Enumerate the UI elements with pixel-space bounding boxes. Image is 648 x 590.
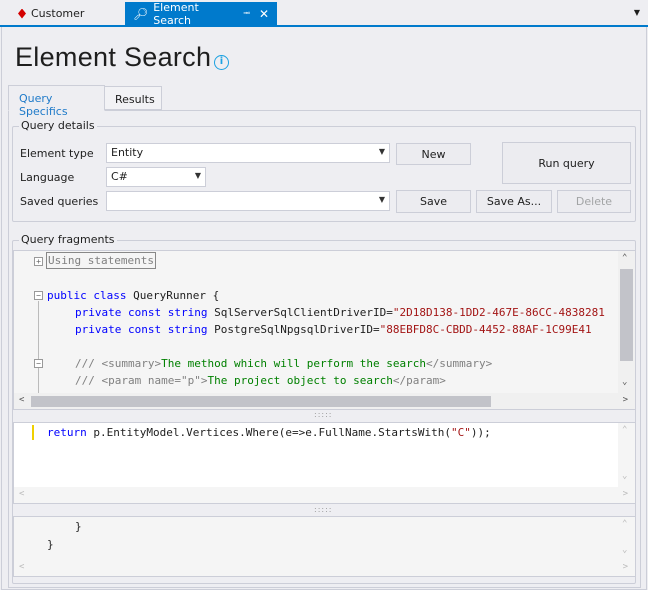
language-label: Language (20, 171, 75, 184)
scroll-left-icon[interactable]: < (19, 489, 24, 499)
code-line: public class QueryRunner { (47, 289, 220, 302)
scroll-down-icon[interactable]: ⌄ (622, 545, 627, 555)
scroll-left-icon[interactable]: < (19, 395, 24, 405)
pin-icon[interactable]: ⭲ (243, 6, 250, 22)
chevron-down-icon: ▼ (194, 171, 201, 180)
code-line: private const string SqlServerSqlClientD… (75, 306, 605, 319)
horizontal-scrollbar[interactable]: < > (14, 393, 635, 409)
element-type-label: Element type (20, 147, 94, 160)
tab-query-specifics[interactable]: Query Specifics (8, 85, 105, 118)
element-type-value: Entity (111, 146, 144, 159)
scroll-down-icon[interactable]: ⌄ (622, 471, 627, 481)
page-title: Element Search (15, 42, 212, 72)
scroll-up-icon[interactable]: ⌃ (622, 519, 627, 529)
scroll-up-icon[interactable]: ⌃ (622, 425, 627, 435)
code-line: return p.EntityModel.Vertices.Where(e=>e… (47, 426, 491, 439)
close-icon[interactable]: ✕ (259, 7, 269, 21)
scroll-right-icon[interactable]: > (623, 562, 628, 572)
vertical-scrollbar[interactable]: ⌃ ⌄ (618, 423, 635, 487)
chevron-down-icon: ▼ (378, 195, 385, 204)
scroll-right-icon[interactable]: > (623, 395, 628, 405)
code-line: } (47, 538, 54, 551)
info-icon[interactable]: i (214, 55, 229, 70)
splitter-handle[interactable]: ::::: (314, 505, 332, 514)
document-tab-strip (0, 0, 648, 25)
save-button[interactable]: Save (396, 190, 471, 213)
scroll-right-icon[interactable]: > (623, 489, 628, 499)
vertical-scrollbar[interactable]: ⌃ ⌄ (618, 517, 635, 560)
chevron-down-icon: ▼ (378, 147, 385, 156)
red-diamond-icon (18, 8, 26, 19)
tab-list-dropdown-icon[interactable]: ▼ (634, 8, 640, 17)
vertical-scrollbar[interactable]: ⌃ ⌄ (618, 251, 635, 393)
save-as-button[interactable]: Save As... (476, 190, 552, 213)
doc-tab-label: Element Search (153, 0, 199, 27)
tab-results[interactable]: Results (104, 86, 162, 110)
saved-queries-select[interactable]: ▼ (106, 191, 390, 211)
saved-queries-label: Saved queries (20, 195, 99, 208)
language-value: C# (111, 170, 128, 183)
horizontal-scrollbar[interactable]: < > (14, 487, 635, 503)
code-line: } (75, 520, 82, 533)
doc-tab-label: Customer (31, 7, 85, 20)
changed-line-marker (32, 425, 34, 440)
new-button[interactable]: New (396, 143, 471, 165)
run-query-button[interactable]: Run query (502, 142, 631, 184)
code-line: /// <summary>The method which will perfo… (75, 357, 493, 370)
scroll-thumb[interactable] (31, 396, 491, 407)
code-line: private const string PostgreSqlNpgsqlDri… (75, 323, 592, 336)
delete-button[interactable]: Delete (557, 190, 631, 213)
splitter-handle[interactable]: ::::: (314, 410, 332, 419)
horizontal-scrollbar[interactable]: < > (14, 560, 635, 576)
magnifier-icon: 🔎︎ (133, 6, 149, 21)
scroll-down-icon[interactable]: ⌄ (622, 377, 627, 387)
collapse-icon[interactable]: − (34, 359, 43, 368)
query-fragments-label: Query fragments (19, 233, 117, 246)
code-line: /// <param name="p">The project object t… (75, 374, 446, 387)
language-select[interactable]: C# ▼ (106, 167, 206, 187)
element-type-select[interactable]: Entity ▼ (106, 143, 390, 163)
doc-tab-element-search[interactable]: 🔎︎ Element Search ⭲ ✕ (125, 0, 277, 27)
collapse-icon[interactable]: − (34, 291, 43, 300)
doc-tab-customer[interactable]: Customer (10, 2, 92, 25)
expand-icon[interactable]: + (34, 257, 43, 266)
query-details-label: Query details (19, 119, 97, 132)
scroll-left-icon[interactable]: < (19, 562, 24, 572)
scroll-up-icon[interactable]: ⌃ (622, 253, 627, 263)
code-editor-query[interactable]: return p.EntityModel.Vertices.Where(e=>e… (13, 422, 636, 504)
code-editor-footer[interactable]: } } ⌃ ⌄ < > (13, 516, 636, 577)
scroll-thumb[interactable] (620, 269, 633, 361)
code-editor-declarations[interactable]: + Using statements − public class QueryR… (13, 250, 636, 410)
using-statements-collapsed[interactable]: Using statements (46, 252, 156, 269)
